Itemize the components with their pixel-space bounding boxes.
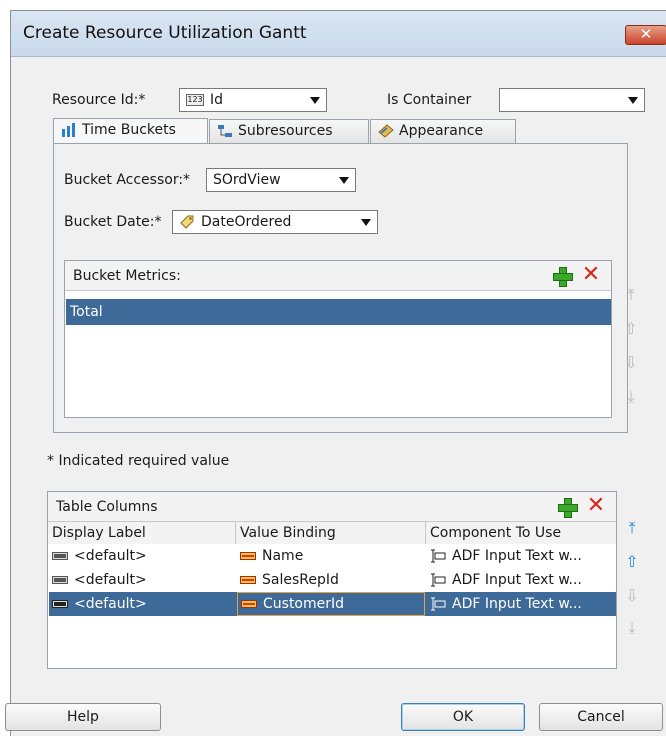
- display-label-text: <default>: [74, 548, 147, 564]
- table-columns-header: Table Columns: [48, 492, 616, 522]
- move-up-icon[interactable]: ⇧: [622, 320, 640, 338]
- close-button[interactable]: ✕: [625, 25, 666, 45]
- value-binding-cell: Name: [240, 545, 420, 567]
- value-binding-cell: SalesRepId: [240, 569, 420, 591]
- tab-label: Appearance: [399, 123, 484, 139]
- resource-id-value: Id: [210, 92, 224, 108]
- move-down-icon[interactable]: ⇩: [622, 354, 640, 372]
- value-binding-text: CustomerId: [263, 596, 345, 612]
- column-header-component[interactable]: Component To Use: [426, 522, 616, 544]
- tab-time-buckets[interactable]: Time Buckets: [53, 118, 208, 144]
- value-binding-cell-focused: CustomerId: [237, 592, 425, 616]
- dialog-title: Create Resource Utilization Gantt: [23, 23, 307, 43]
- resource-id-select[interactable]: 123 Id: [179, 88, 327, 112]
- component-text: ADF Input Text w...: [452, 548, 582, 564]
- value-binding-text: SalesRepId: [262, 572, 339, 588]
- ok-button[interactable]: OK: [401, 703, 525, 731]
- add-metric-icon[interactable]: [553, 267, 573, 287]
- bucket-date-select[interactable]: DateOrdered: [172, 210, 378, 234]
- bucket-metrics-group: Bucket Metrics: ✕ Total: [64, 260, 612, 418]
- required-note: * Indicated required value: [47, 453, 230, 469]
- help-button[interactable]: Help: [5, 703, 161, 731]
- tab-label: Subresources: [238, 123, 333, 139]
- display-label-cell: <default>: [52, 569, 232, 591]
- is-container-select[interactable]: [499, 88, 645, 112]
- dialog-window: Create Resource Utilization Gantt ✕ Reso…: [5, 10, 666, 736]
- component-cell: ADF Input Text w...: [430, 545, 614, 567]
- input-text-icon: [431, 597, 446, 611]
- title-bar: Create Resource Utilization Gantt ✕: [11, 11, 666, 57]
- bucket-accessor-select[interactable]: SOrdView: [206, 168, 356, 192]
- delete-metric-icon[interactable]: ✕: [581, 264, 601, 286]
- sort-icon: [62, 123, 75, 137]
- table-row[interactable]: <default> SalesRepId ADF Input Text w...: [48, 568, 616, 592]
- display-label-text: <default>: [74, 572, 147, 588]
- display-label-cell: <default>: [52, 593, 232, 615]
- table-columns-group: Table Columns ✕ Display Label Value Bind…: [47, 491, 617, 669]
- move-bottom-icon[interactable]: ⤓: [623, 619, 641, 637]
- chevron-down-icon: [339, 177, 349, 184]
- tab-appearance[interactable]: Appearance: [370, 119, 516, 143]
- number-type-icon: 123: [186, 94, 204, 106]
- component-text: ADF Input Text w...: [452, 572, 582, 588]
- hierarchy-icon: [218, 125, 232, 137]
- chevron-down-icon: [361, 219, 371, 226]
- display-label-cell: <default>: [52, 545, 232, 567]
- is-container-label: Is Container: [387, 92, 472, 108]
- bucket-date-value: DateOrdered: [201, 214, 292, 230]
- chevron-down-icon: [310, 97, 320, 104]
- bucket-metrics-header: Bucket Metrics:: [65, 261, 611, 291]
- input-text-icon: [431, 549, 446, 563]
- column-header-display-label[interactable]: Display Label: [48, 522, 236, 544]
- move-bottom-icon[interactable]: ⤓: [622, 388, 640, 406]
- table-row[interactable]: <default> Name ADF Input Text w...: [48, 544, 616, 568]
- move-top-icon[interactable]: ⤒: [623, 519, 641, 537]
- add-column-icon[interactable]: [558, 498, 578, 518]
- value-binding-text: Name: [262, 548, 304, 564]
- component-cell: ADF Input Text w...: [430, 569, 614, 591]
- resource-id-label: Resource Id:*: [52, 92, 146, 108]
- text-field-icon: [52, 576, 68, 584]
- time-buckets-panel: Bucket Accessor:* SOrdView Bucket Date:*…: [53, 143, 638, 433]
- cancel-button[interactable]: Cancel: [539, 703, 663, 731]
- tab-label: Time Buckets: [82, 122, 176, 138]
- attribute-icon: [240, 576, 256, 584]
- move-top-icon[interactable]: ⤒: [622, 286, 640, 304]
- component-text: ADF Input Text w...: [452, 596, 582, 612]
- appearance-icon: [378, 124, 394, 138]
- chevron-down-icon: [628, 97, 638, 104]
- attribute-tag-icon: [180, 215, 194, 229]
- move-down-icon[interactable]: ⇩: [623, 587, 641, 605]
- display-label-text: <default>: [74, 596, 147, 612]
- table-row-selected[interactable]: <default> CustomerId ADF Input Text w...: [49, 592, 616, 616]
- column-header-value-binding[interactable]: Value Binding: [236, 522, 426, 544]
- delete-column-icon[interactable]: ✕: [586, 495, 606, 517]
- bucket-accessor-label: Bucket Accessor:*: [64, 172, 191, 188]
- text-field-icon: [52, 600, 68, 608]
- attribute-icon: [240, 552, 256, 560]
- move-up-icon[interactable]: ⇧: [623, 553, 641, 571]
- input-text-icon: [431, 573, 446, 587]
- list-item[interactable]: Total: [66, 299, 611, 325]
- text-field-icon: [52, 552, 68, 560]
- bucket-accessor-value: SOrdView: [213, 172, 281, 188]
- component-cell: ADF Input Text w...: [430, 593, 614, 615]
- attribute-icon: [241, 600, 257, 608]
- tab-subresources[interactable]: Subresources: [209, 119, 369, 143]
- bucket-date-label: Bucket Date:*: [64, 214, 162, 230]
